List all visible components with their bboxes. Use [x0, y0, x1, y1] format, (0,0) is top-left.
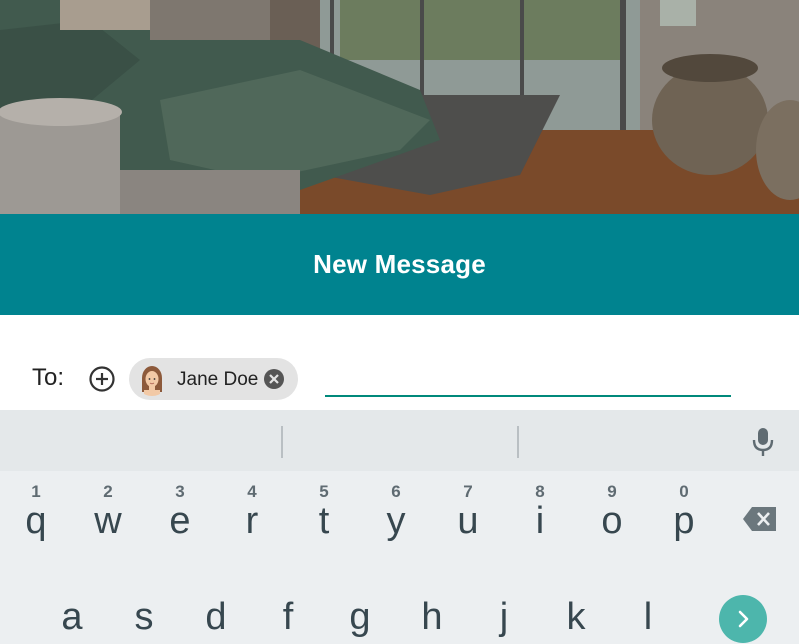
key-label: j [499, 596, 509, 638]
key-hint: 4 [247, 482, 257, 501]
key-k[interactable]: k [540, 584, 612, 644]
recipient-row: To: Jane Doe [0, 315, 799, 410]
recipient-name: Jane Doe [177, 369, 259, 390]
avatar [135, 362, 169, 396]
key-w[interactable]: 2 w [72, 472, 144, 552]
key-label: s [134, 596, 154, 638]
woman-avatar-icon [135, 362, 169, 396]
key-label: h [421, 596, 443, 638]
key-s[interactable]: s [108, 584, 180, 644]
key-j[interactable]: j [468, 584, 540, 644]
key-p[interactable]: 0 p [648, 472, 720, 552]
key-label: k [566, 596, 586, 638]
key-q[interactable]: 1 q [0, 472, 72, 552]
plus-circle-icon [89, 366, 115, 392]
close-circle-icon [264, 369, 284, 389]
next-button[interactable] [719, 595, 767, 643]
key-hint: 7 [463, 482, 473, 501]
key-u[interactable]: 7 u [432, 472, 504, 552]
suggestion-strip [0, 410, 799, 471]
key-label: w [94, 500, 122, 542]
key-o[interactable]: 9 o [576, 472, 648, 552]
backspace-key[interactable] [742, 506, 778, 532]
key-hint: 3 [175, 482, 185, 501]
key-label: f [282, 596, 294, 638]
key-hint: 9 [607, 482, 617, 501]
remove-recipient-button[interactable] [262, 367, 286, 391]
title-bar: New Message [0, 214, 799, 315]
backspace-icon [743, 507, 776, 531]
key-hint: 6 [391, 482, 401, 501]
chevron-right-icon [738, 610, 749, 628]
key-label: a [61, 596, 83, 638]
key-label: e [169, 500, 191, 542]
suggestion-2[interactable] [283, 410, 517, 471]
key-d[interactable]: d [180, 584, 252, 644]
key-r[interactable]: 4 r [216, 472, 288, 552]
key-label: i [535, 500, 545, 542]
key-a[interactable]: a [36, 584, 108, 644]
key-e[interactable]: 3 e [144, 472, 216, 552]
suggestion-1[interactable] [0, 410, 281, 471]
voice-input-button[interactable] [752, 426, 774, 458]
key-y[interactable]: 6 y [360, 472, 432, 552]
key-hint: 0 [679, 482, 689, 501]
header-photo [0, 0, 799, 214]
key-hint: 5 [319, 482, 329, 501]
key-label: u [457, 500, 479, 542]
page-title: New Message [313, 249, 486, 279]
to-label: To: [32, 364, 65, 391]
key-label: q [25, 500, 47, 542]
key-label: p [673, 500, 695, 542]
key-label: l [643, 596, 653, 638]
microphone-icon [752, 428, 774, 456]
key-label: r [245, 500, 259, 542]
recipient-chip[interactable]: Jane Doe [129, 358, 298, 400]
key-l[interactable]: l [612, 584, 684, 644]
key-i[interactable]: 8 i [504, 472, 576, 552]
add-recipient-button[interactable] [88, 365, 116, 393]
key-hint: 2 [103, 482, 113, 501]
key-label: o [601, 500, 623, 542]
key-t[interactable]: 5 t [288, 472, 360, 552]
key-hint: 8 [535, 482, 545, 501]
key-label: g [349, 596, 371, 638]
key-label: t [318, 500, 330, 542]
suggestion-3[interactable] [519, 410, 739, 471]
recipient-input[interactable] [325, 361, 731, 397]
key-f[interactable]: f [252, 584, 324, 644]
key-label: y [386, 500, 406, 542]
key-g[interactable]: g [324, 584, 396, 644]
key-label: d [205, 596, 227, 638]
key-hint: 1 [31, 482, 41, 501]
on-screen-keyboard: 1 q 2 w 3 e 4 r 5 t 6 y 7 u 8 i 9 o 0 p [0, 410, 799, 644]
key-h[interactable]: h [396, 584, 468, 644]
